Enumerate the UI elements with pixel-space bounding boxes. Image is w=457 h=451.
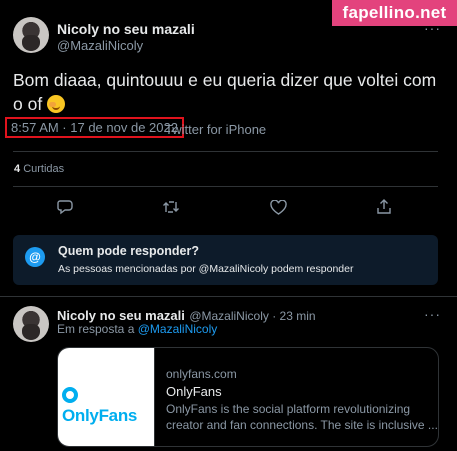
- author-avatar[interactable]: [13, 17, 49, 53]
- in-reply-handle-link[interactable]: @MazaliNicoly: [138, 322, 218, 336]
- likes-stat[interactable]: 4 Curtidas: [14, 163, 64, 175]
- at-icon: @: [25, 247, 45, 267]
- tweet-text-line: o of: [13, 92, 453, 116]
- divider: [13, 186, 438, 187]
- card-domain: onlyfans.com: [166, 367, 237, 381]
- reply-icon[interactable]: [57, 199, 73, 215]
- in-reply-prefix: Em resposta a: [57, 322, 135, 336]
- share-icon[interactable]: [376, 198, 392, 215]
- like-icon[interactable]: [270, 200, 287, 215]
- author-handle[interactable]: @MazaliNicoly: [57, 38, 143, 53]
- onlyfans-logo-image: OnlyFans: [58, 348, 155, 446]
- reply-restriction-title: Quem pode responder?: [58, 244, 199, 258]
- card-description-line: creator and fan connections. The site is…: [166, 418, 438, 432]
- tweet-source[interactable]: Twitter for iPhone: [165, 122, 266, 137]
- tweet-text: Bom diaaa, quintouuu e eu queria dizer q…: [13, 68, 453, 116]
- reply-restriction-description: As pessoas mencionadas por @MazaliNicoly…: [58, 263, 354, 275]
- reply-author-avatar[interactable]: [13, 306, 49, 342]
- in-reply-to: Em resposta a @MazaliNicoly: [57, 322, 217, 336]
- reply-restriction-notice: @ Quem pode responder? As pessoas mencio…: [13, 235, 438, 285]
- retweet-icon[interactable]: [162, 199, 180, 215]
- onlyfans-logo-icon: [62, 387, 78, 403]
- divider: [13, 151, 438, 152]
- link-preview-card[interactable]: OnlyFans onlyfans.com OnlyFans OnlyFans …: [57, 347, 439, 447]
- face-with-hand-over-mouth-icon: [47, 95, 66, 113]
- reply-handle-time[interactable]: @MazaliNicoly · 23 min: [189, 309, 315, 323]
- tweet-text-end: o of: [13, 94, 43, 114]
- tweet-timestamp[interactable]: 8:57 AM · 17 de nov de 2022: [5, 117, 184, 138]
- likes-label: Curtidas: [23, 163, 65, 175]
- card-description-line: OnlyFans is the social platform revoluti…: [166, 402, 411, 416]
- onlyfans-logo-text: OnlyFans: [62, 406, 138, 425]
- onlyfans-logo: OnlyFans: [62, 386, 154, 426]
- likes-count: 4: [14, 163, 21, 175]
- author-name[interactable]: Nicoly no seu mazali: [57, 21, 195, 37]
- reply-more-icon[interactable]: ···: [424, 306, 441, 322]
- divider: [0, 296, 457, 297]
- tweet-text-line: Bom diaaa, quintouuu e eu queria dizer q…: [13, 70, 437, 90]
- reply-author-name[interactable]: Nicoly no seu mazali: [57, 308, 185, 323]
- card-title: OnlyFans: [166, 384, 222, 399]
- more-icon[interactable]: ···: [424, 20, 441, 36]
